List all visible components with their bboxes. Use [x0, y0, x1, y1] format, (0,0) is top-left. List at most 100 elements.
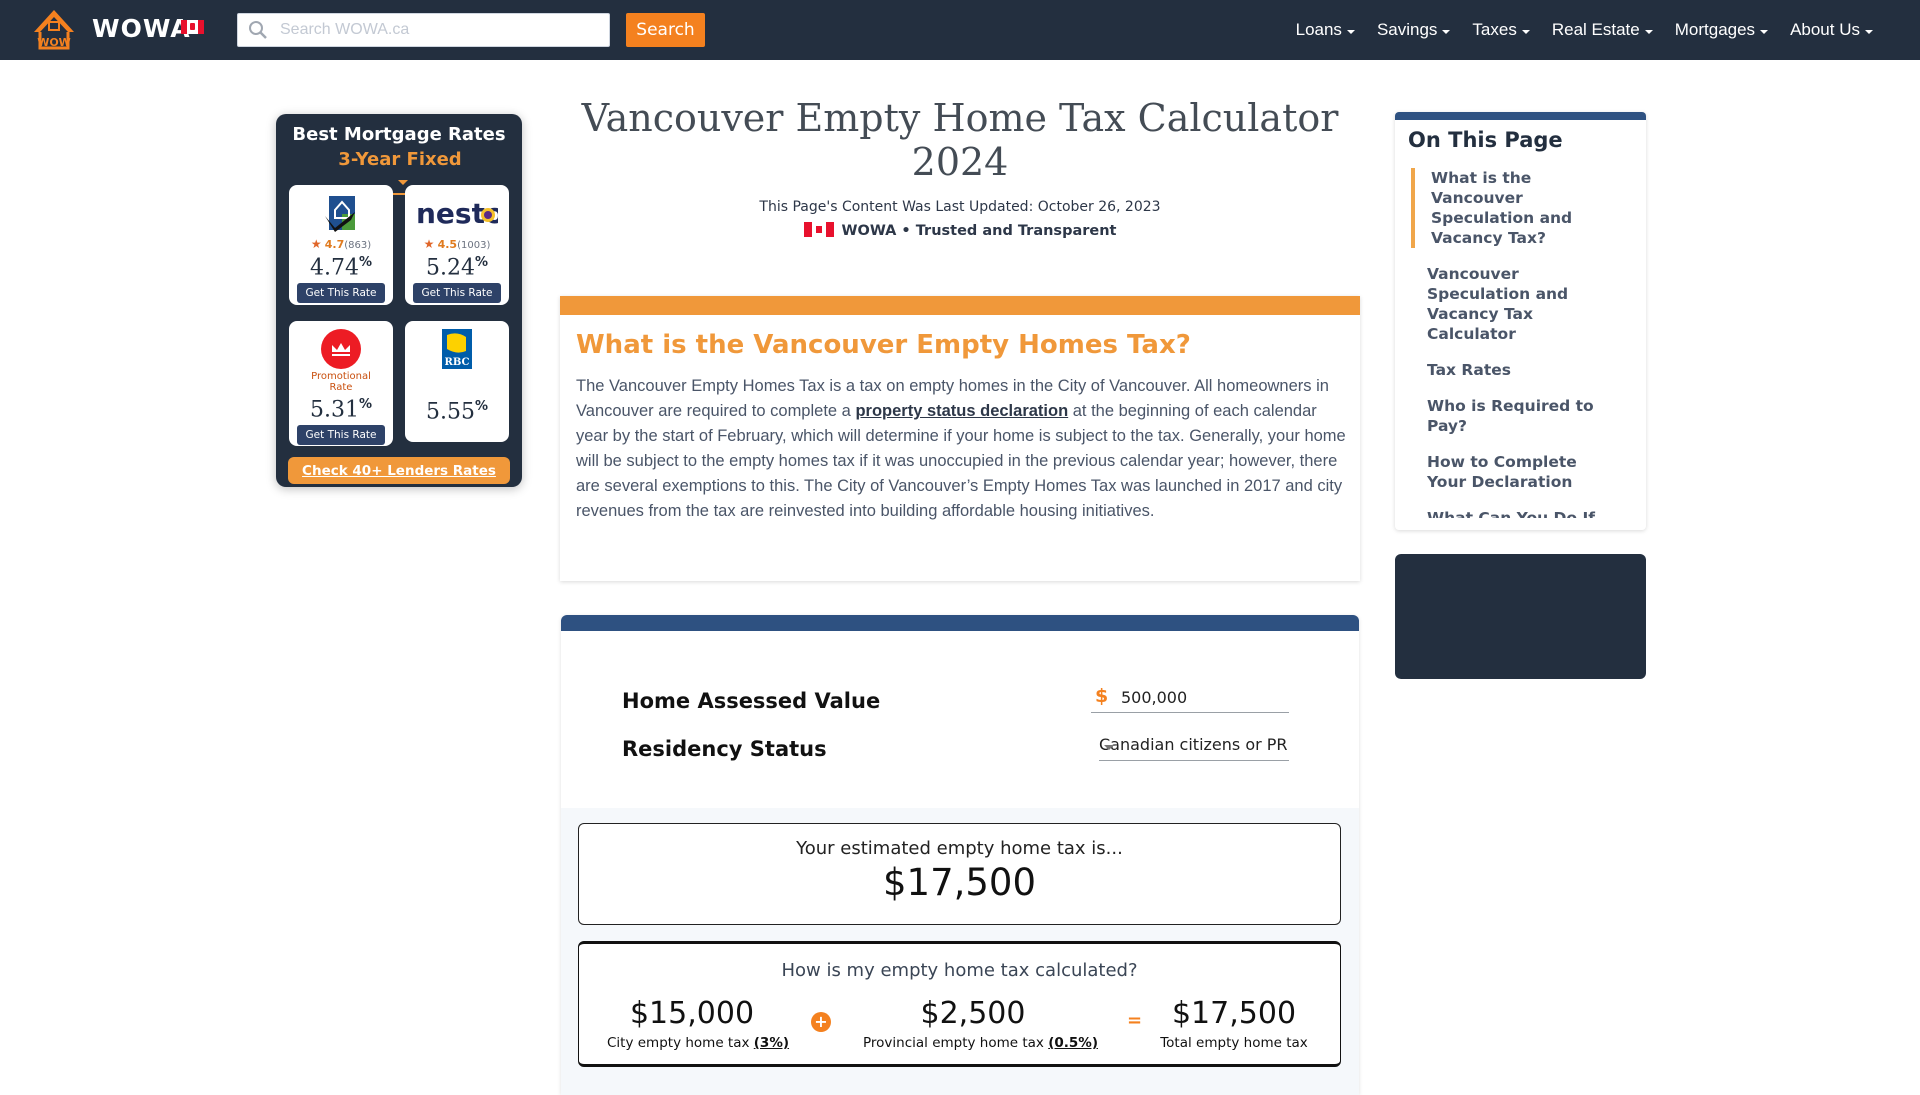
canada-flag-icon [181, 20, 204, 34]
rates-widget-title: Best Mortgage Rates [292, 124, 506, 145]
provincial-tax-column: $2,500 Provincial empty home tax (0.5%) [863, 996, 1098, 1051]
check-lenders-rates-button[interactable]: Check 40+ Lenders Rates [288, 457, 510, 484]
toc-list[interactable]: What is the Vancouver Speculation and Va… [1395, 168, 1646, 518]
equals-icon: = [1127, 1010, 1143, 1031]
provincial-tax-rate[interactable]: (0.5%) [1048, 1035, 1098, 1051]
toc-accent-bar [1395, 112, 1646, 120]
rate-value: 5.55 [425, 399, 475, 425]
nesto-logo-icon: nesto [405, 193, 509, 235]
result-box: Your estimated empty home tax is... $17,… [578, 823, 1341, 925]
provincial-tax-label-text: Provincial empty home tax [863, 1035, 1049, 1051]
info-paragraph: The Vancouver Empty Homes Tax is a tax o… [576, 374, 1346, 524]
top-navbar: WOW WOWA Search Loans Savings Taxes Real… [0, 0, 1920, 60]
result-label: Your estimated empty home tax is... [796, 838, 1123, 859]
dollar-icon: $ [1095, 685, 1109, 707]
get-this-rate-button[interactable]: Get This Rate [297, 283, 385, 304]
star-icon: ★ [423, 237, 435, 251]
brand-name[interactable]: WOWA [92, 14, 191, 43]
caret-down-icon [1442, 29, 1451, 34]
lender-rating: ★ 4.5(1003) [405, 237, 509, 251]
toc-item[interactable]: Who is Required to Pay? [1395, 396, 1646, 436]
nav-label: Real Estate [1551, 20, 1640, 39]
breakdown-title: How is my empty home tax calculated? [781, 960, 1138, 981]
tax-breakdown-box: How is my empty home tax calculated? $15… [578, 941, 1341, 1067]
review-count: (1003) [457, 240, 491, 251]
city-tax-label-text: City empty home tax [607, 1035, 754, 1051]
review-count: (863) [344, 240, 372, 251]
nav-savings[interactable]: Savings [1366, 20, 1461, 40]
canada-flag-icon [803, 222, 834, 237]
lender-rate: 5.31% [289, 393, 393, 422]
on-this-page-toc: On This Page What is the Vancouver Specu… [1395, 112, 1646, 530]
caret-down-icon [1760, 29, 1769, 34]
total-tax-column: $17,500 Total empty home tax [1159, 996, 1309, 1051]
search-icon [249, 21, 267, 39]
lender-card[interactable]: ★ 4.7(863) 4.74% Get This Rate [289, 185, 393, 305]
nav-label: Loans [1295, 20, 1342, 39]
lender-rate: 5.24% [405, 251, 509, 280]
star-icon: ★ [310, 237, 322, 251]
nav-loans[interactable]: Loans [1285, 20, 1366, 40]
wowa-logo-icon[interactable]: WOW [30, 8, 78, 50]
nav-label: Taxes [1472, 20, 1517, 39]
trusted-tagline: WOWA • Trusted and Transparent [580, 222, 1340, 239]
search-input[interactable] [280, 14, 600, 46]
rate-value: 4.74 [309, 255, 359, 281]
provincial-tax-label: Provincial empty home tax (0.5%) [863, 1035, 1098, 1051]
rbc-logo-icon: RBC [405, 329, 509, 369]
provincial-tax-value: $2,500 [920, 996, 1026, 1031]
residency-status-select[interactable]: Canadian citizens or PR [1099, 733, 1289, 761]
trusted-text: WOWA • Trusted and Transparent [841, 223, 1117, 239]
lender-card[interactable]: nesto ★ 4.5(1003) 5.24% Get This Rate [405, 185, 509, 305]
search-box [237, 13, 610, 47]
nav-mortgages[interactable]: Mortgages [1664, 20, 1779, 40]
bmo-logo-icon [289, 329, 393, 369]
nav-taxes[interactable]: Taxes [1461, 20, 1540, 40]
caret-down-icon [1104, 745, 1114, 750]
nav-about-us[interactable]: About Us [1779, 20, 1884, 40]
lender-card[interactable]: Promotional Rate 5.31% Get This Rate [289, 321, 393, 446]
svg-text:WOW: WOW [37, 36, 71, 49]
toc-item[interactable]: Vancouver Speculation and Vacancy Tax Ca… [1395, 264, 1646, 344]
nav-label: Savings [1376, 20, 1438, 39]
rbc-wordmark: RBC [445, 357, 470, 368]
residency-selected-value: Canadian citizens or PR [1099, 735, 1288, 754]
toc-item[interactable]: Tax Rates [1395, 360, 1646, 380]
city-tax-column: $15,000 City empty home tax (3%) [607, 996, 789, 1051]
card-accent-bar [560, 296, 1360, 315]
toc-item[interactable]: How to Complete Your Declaration [1395, 452, 1646, 492]
lender-rate: 5.55% [405, 395, 509, 424]
city-tax-rate[interactable]: (3%) [754, 1035, 789, 1051]
rate-value: 5.24 [425, 255, 475, 281]
caret-down-icon [1865, 29, 1873, 34]
toc-title: On This Page [1408, 128, 1563, 152]
get-this-rate-button[interactable]: Get This Rate [413, 283, 501, 304]
home-value-field[interactable]: $ [1091, 683, 1289, 713]
toc-item[interactable]: What Can You Do If [1395, 508, 1646, 518]
lender-card[interactable]: RBC 5.55% [405, 321, 509, 442]
house-check-logo-icon [289, 193, 393, 235]
rate-unit: % [474, 399, 488, 414]
calculator-inputs: Home Assessed Value $ Residency Status C… [561, 631, 1359, 808]
rate-unit: % [358, 255, 372, 270]
mortgage-rates-widget: Best Mortgage Rates 3-Year Fixed ★ 4.7(8… [276, 114, 522, 487]
home-value-input[interactable] [1121, 685, 1281, 709]
caret-down-icon [1346, 29, 1355, 34]
lender-rating: ★ 4.7(863) [289, 237, 393, 251]
caret-down-icon [398, 180, 408, 185]
lender-rate: 4.74% [289, 251, 393, 280]
empty-home-tax-calculator: Home Assessed Value $ Residency Status C… [561, 615, 1359, 1095]
total-tax-label: Total empty home tax [1160, 1035, 1308, 1051]
home-value-label: Home Assessed Value [622, 689, 881, 713]
caret-down-icon [1644, 29, 1653, 34]
property-status-declaration-link[interactable]: property status declaration [855, 402, 1068, 420]
toc-item[interactable]: What is the Vancouver Speculation and Va… [1411, 168, 1646, 248]
get-this-rate-button[interactable]: Get This Rate [297, 425, 385, 446]
nav-real-estate[interactable]: Real Estate [1541, 20, 1664, 40]
rating-score: 4.5 [437, 238, 458, 251]
empty-homes-tax-info-card: What is the Vancouver Empty Homes Tax? T… [560, 296, 1360, 581]
search-button[interactable]: Search [626, 13, 705, 47]
total-tax-value: $17,500 [1171, 996, 1297, 1031]
nav-label: Mortgages [1674, 20, 1756, 39]
ad-placeholder [1395, 554, 1646, 679]
